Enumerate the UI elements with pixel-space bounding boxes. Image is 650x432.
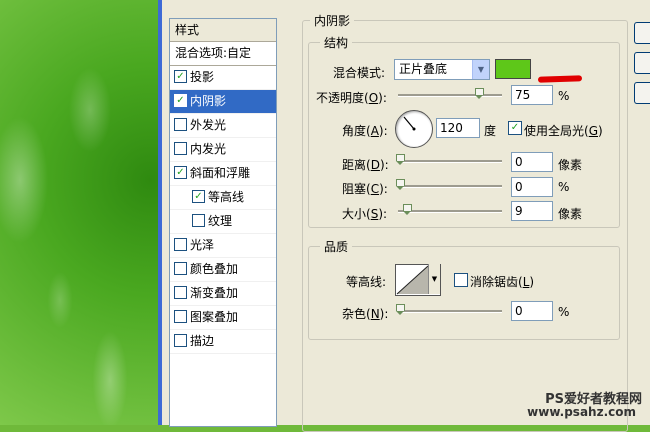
opacity-input[interactable]: 75 xyxy=(511,85,553,105)
style-item-11[interactable]: 图案叠加 xyxy=(170,306,276,330)
choke-unit: % xyxy=(558,180,570,194)
angle-label: 角度(A): xyxy=(342,124,388,138)
choke-label: 阻塞(C): xyxy=(342,182,388,196)
shadow-color-swatch[interactable] xyxy=(495,59,531,79)
style-item-checkbox[interactable]: ✓ xyxy=(174,70,187,83)
style-item-checkbox[interactable] xyxy=(192,214,205,227)
style-item-checkbox[interactable] xyxy=(174,334,187,347)
style-item-label: 纹理 xyxy=(208,214,233,228)
blend-mode-label: 混合模式: xyxy=(333,66,386,80)
style-item-label: 光泽 xyxy=(190,238,215,252)
style-item-12[interactable]: 描边 xyxy=(170,330,276,354)
style-item-label: 外发光 xyxy=(190,118,227,132)
distance-input[interactable]: 0 xyxy=(511,152,553,172)
button-edge-2[interactable] xyxy=(634,52,650,74)
style-item-checkbox[interactable]: ✓ xyxy=(174,166,187,179)
style-item-checkbox[interactable]: ✓ xyxy=(174,94,187,107)
opacity-slider-thumb[interactable] xyxy=(475,88,484,99)
style-item-label: 等高线 xyxy=(208,190,245,204)
style-item-checkbox[interactable] xyxy=(174,118,187,131)
style-item-0[interactable]: 混合选项:自定 xyxy=(170,42,276,66)
style-item-checkbox[interactable] xyxy=(174,142,187,155)
quality-title: 品质 xyxy=(320,238,353,255)
style-item-checkbox[interactable] xyxy=(174,286,187,299)
dialog-left-border xyxy=(158,0,162,425)
chevron-down-icon[interactable]: ▼ xyxy=(428,264,440,294)
style-item-label: 描边 xyxy=(190,334,215,348)
contour-label: 等高线: xyxy=(346,275,387,289)
choke-input[interactable]: 0 xyxy=(511,177,553,197)
contour-curve-icon xyxy=(396,265,429,295)
opacity-unit: % xyxy=(558,89,570,103)
dialog-right-buttons-area xyxy=(628,0,650,425)
blend-mode-value: 正片叠底 xyxy=(399,62,448,76)
styles-panel-header[interactable]: 样式 xyxy=(170,19,276,42)
style-item-10[interactable]: 渐变叠加 xyxy=(170,282,276,306)
blend-mode-select[interactable]: 正片叠底 ▼ xyxy=(394,59,490,80)
global-light-checkbox[interactable]: ✓ xyxy=(508,121,522,135)
opacity-label: 不透明度(O): xyxy=(316,91,387,105)
quality-group xyxy=(308,246,620,340)
style-item-checkbox[interactable] xyxy=(174,238,187,251)
size-input[interactable]: 9 xyxy=(511,201,553,221)
distance-unit: 像素 xyxy=(558,158,583,172)
angle-unit: 度 xyxy=(484,124,497,138)
watermark-url: www.psahz.com xyxy=(527,405,636,419)
style-item-label: 斜面和浮雕 xyxy=(190,166,251,180)
choke-slider-thumb[interactable] xyxy=(396,179,405,190)
style-item-7[interactable]: 纹理 xyxy=(170,210,276,234)
style-item-label: 图案叠加 xyxy=(190,310,239,324)
noise-slider-thumb[interactable] xyxy=(396,304,405,315)
angle-dial-needle-icon xyxy=(403,116,416,131)
noise-input[interactable]: 0 xyxy=(511,301,553,321)
button-edge-1[interactable] xyxy=(634,22,650,44)
green-texture-background xyxy=(0,0,160,425)
style-item-checkbox[interactable] xyxy=(174,310,187,323)
style-item-label: 内发光 xyxy=(190,142,227,156)
global-light-label[interactable]: 使用全局光(G) xyxy=(524,122,603,139)
angle-dial[interactable] xyxy=(395,110,433,148)
structure-title: 结构 xyxy=(320,34,353,51)
chevron-down-icon[interactable]: ▼ xyxy=(472,60,489,79)
style-item-9[interactable]: 颜色叠加 xyxy=(170,258,276,282)
style-item-label: 颜色叠加 xyxy=(190,262,239,276)
style-item-label: 混合选项:自定 xyxy=(175,46,252,60)
anti-alias-checkbox[interactable] xyxy=(454,273,468,287)
style-item-6[interactable]: ✓ 等高线 xyxy=(170,186,276,210)
style-item-5[interactable]: ✓ 斜面和浮雕 xyxy=(170,162,276,186)
style-item-checkbox[interactable]: ✓ xyxy=(192,190,205,203)
distance-slider-track[interactable] xyxy=(398,160,502,163)
size-label: 大小(S): xyxy=(342,207,388,221)
anti-alias-label[interactable]: 消除锯齿(L) xyxy=(470,273,534,290)
style-item-label: 内阴影 xyxy=(190,94,227,108)
style-item-3[interactable]: 外发光 xyxy=(170,114,276,138)
noise-slider-track[interactable] xyxy=(398,310,502,313)
style-item-label: 渐变叠加 xyxy=(190,286,239,300)
choke-slider-track[interactable] xyxy=(398,185,502,188)
style-item-4[interactable]: 内发光 xyxy=(170,138,276,162)
distance-slider-thumb[interactable] xyxy=(396,154,405,165)
angle-input[interactable]: 120 xyxy=(436,118,480,138)
button-edge-3[interactable] xyxy=(634,82,650,104)
style-item-2[interactable]: ✓ 内阴影 xyxy=(170,90,276,114)
style-item-1[interactable]: ✓ 投影 xyxy=(170,66,276,90)
style-item-label: 投影 xyxy=(190,70,215,84)
opacity-slider-track[interactable] xyxy=(398,94,502,97)
size-slider-track[interactable] xyxy=(398,210,502,213)
inner-shadow-title: 内阴影 xyxy=(310,12,355,29)
noise-label: 杂色(N): xyxy=(342,307,389,321)
size-slider-thumb[interactable] xyxy=(403,204,412,215)
styles-list-panel: 样式 混合选项:自定 ✓ 投影 ✓ 内阴影 外发光 内发光 ✓ 斜面和浮雕 ✓ 等高线 纹理 光泽 颜色叠… xyxy=(169,18,277,427)
style-item-8[interactable]: 光泽 xyxy=(170,234,276,258)
distance-label: 距离(D): xyxy=(342,158,389,172)
noise-unit: % xyxy=(558,305,570,319)
style-item-checkbox[interactable] xyxy=(174,262,187,275)
size-unit: 像素 xyxy=(558,207,583,221)
